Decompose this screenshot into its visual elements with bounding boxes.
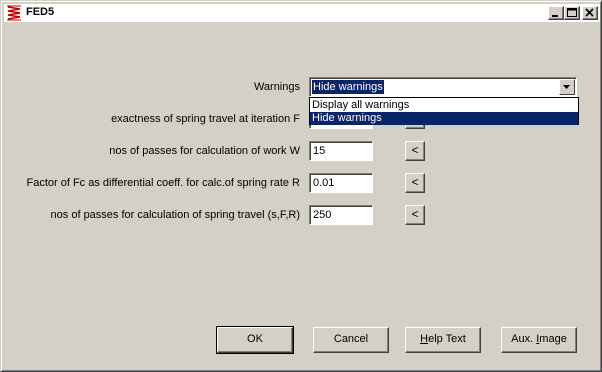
- close-button[interactable]: [582, 6, 598, 20]
- window-title: FED5: [26, 6, 55, 18]
- help-text-button[interactable]: Help Text: [405, 327, 481, 353]
- factor-fc-side-button[interactable]: <: [405, 173, 425, 193]
- warnings-selected-value: Hide warnings: [312, 80, 384, 94]
- maximize-button[interactable]: [564, 6, 580, 20]
- aux-image-button[interactable]: Aux. Image: [501, 327, 577, 353]
- help-text-mnemonic: H: [420, 333, 429, 345]
- maximize-icon: [567, 8, 577, 17]
- passes-work-side-button[interactable]: <: [405, 141, 425, 161]
- minimize-button[interactable]: [548, 6, 564, 20]
- fed5-window: FED5 Warnings Hide warnings exactness of…: [0, 0, 602, 372]
- passes-travel-side-button[interactable]: <: [405, 205, 425, 225]
- field-label-passes-travel: nos of passes for calculation of spring …: [50, 209, 300, 221]
- warnings-combobox[interactable]: Hide warnings: [309, 77, 577, 97]
- cancel-button[interactable]: Cancel: [313, 327, 389, 353]
- passes-travel-input[interactable]: 250: [309, 205, 373, 225]
- warnings-dropdown-button[interactable]: [559, 79, 575, 95]
- field-label-exactness: exactness of spring travel at iteration …: [111, 113, 300, 125]
- chevron-down-icon: [563, 85, 570, 89]
- aux-image-label-prefix: Aux.: [511, 333, 537, 345]
- dropdown-option-hide[interactable]: Hide warnings: [310, 112, 578, 125]
- warnings-dropdown-list: Display all warnings Hide warnings: [309, 97, 579, 125]
- help-text-label: elp Text: [428, 333, 466, 345]
- field-label-passes-work: nos of passes for calculation of work W: [109, 145, 300, 157]
- close-icon: [585, 8, 594, 17]
- title-bar[interactable]: FED5: [4, 4, 600, 22]
- aux-image-label-rest: mage: [539, 333, 567, 345]
- passes-work-input[interactable]: 15: [309, 141, 373, 161]
- warnings-label: Warnings: [253, 81, 300, 93]
- field-label-factor-fc: Factor of Fc as differential coeff. for …: [26, 177, 301, 189]
- dropdown-option-display-all[interactable]: Display all warnings: [310, 99, 578, 112]
- spring-app-icon: [6, 5, 22, 21]
- minimize-icon: [552, 15, 558, 17]
- ok-button[interactable]: OK: [216, 326, 294, 354]
- factor-fc-input[interactable]: 0.01: [309, 173, 373, 193]
